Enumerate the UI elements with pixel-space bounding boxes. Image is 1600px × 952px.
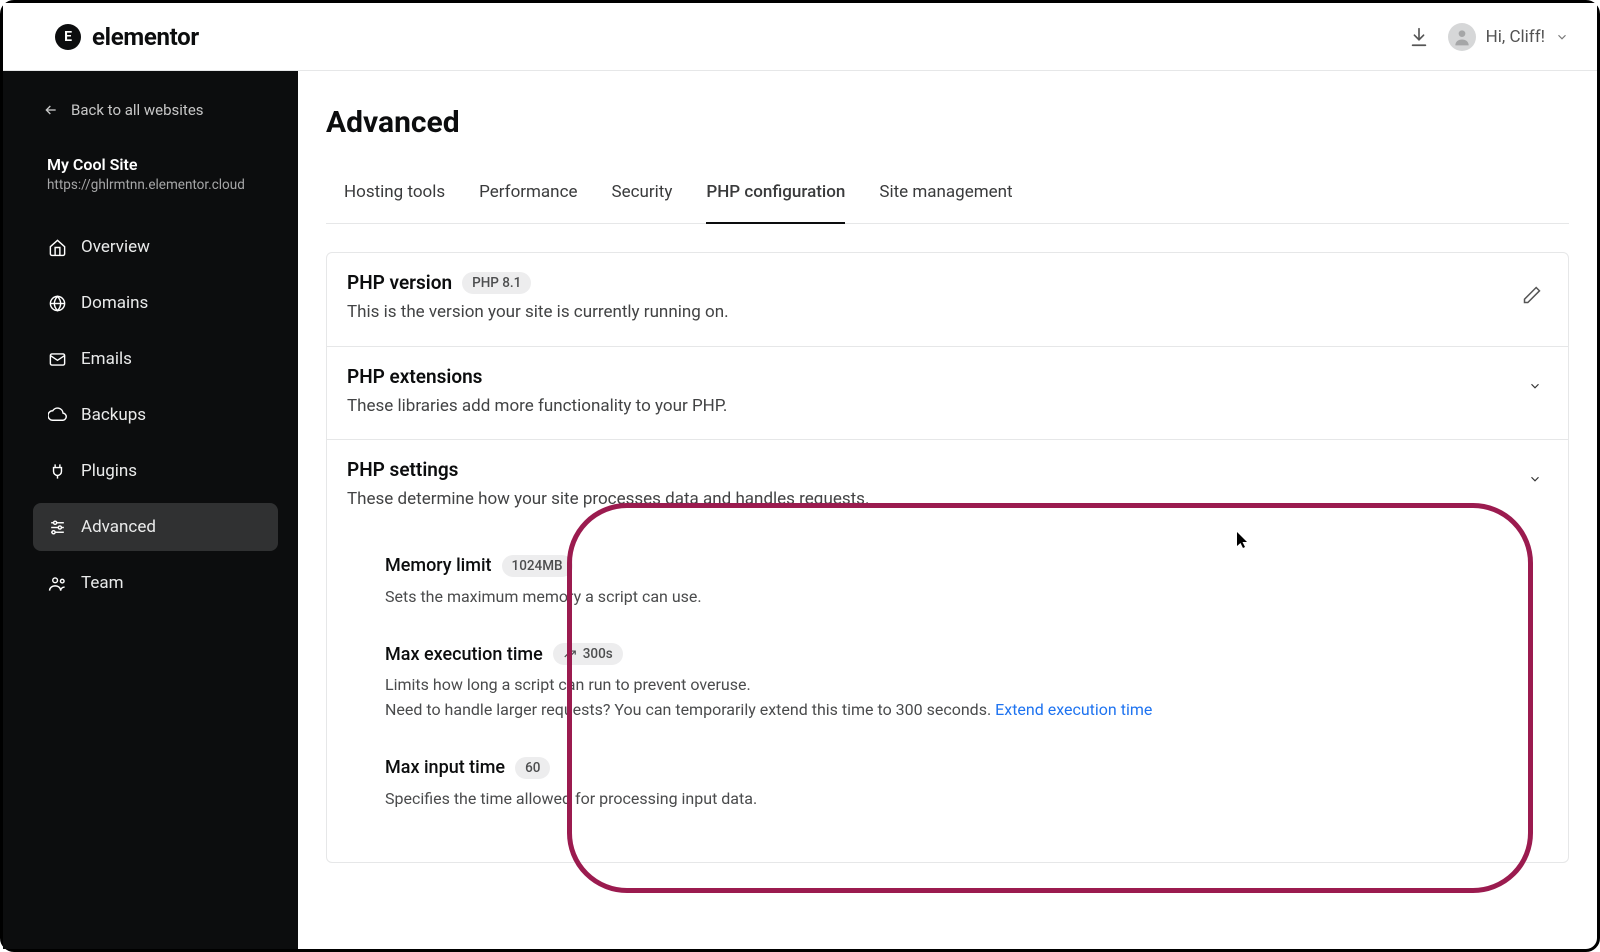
user-menu[interactable]: Hi, Cliff!: [1448, 23, 1569, 51]
avatar: [1448, 23, 1476, 51]
sidebar-item-label: Emails: [81, 349, 132, 369]
page-title: Advanced: [326, 105, 1569, 140]
team-icon: [47, 573, 67, 593]
trend-up-icon: [563, 647, 577, 661]
panel-php-version: PHP version PHP 8.1 This is the version …: [327, 253, 1568, 347]
panel-desc: This is the version your site is current…: [347, 300, 1522, 326]
tabs: Hosting tools Performance Security PHP c…: [326, 182, 1569, 224]
brand-name: elementor: [92, 23, 199, 51]
arrow-left-icon: [43, 102, 59, 118]
panel-desc: These determine how your site processes …: [347, 487, 1528, 513]
setting-title: Max input time: [385, 757, 505, 778]
mail-icon: [47, 349, 67, 369]
expand-extensions-button[interactable]: [1528, 365, 1542, 393]
setting-max-input-time: Max input time 60 Specifies the time all…: [385, 757, 1522, 812]
tab-php-configuration[interactable]: PHP configuration: [706, 182, 845, 224]
sliders-icon: [47, 517, 67, 537]
plugin-icon: [47, 461, 67, 481]
setting-desc: Sets the maximum memory a script can use…: [385, 585, 1522, 610]
topbar: E elementor Hi, Cliff!: [3, 3, 1597, 71]
php-version-badge: PHP 8.1: [462, 272, 531, 294]
setting-max-execution-time: Max execution time 300s Limits how long …: [385, 643, 1522, 723]
panel-title: PHP version: [347, 271, 452, 294]
sidebar-nav: Overview Domains Emails Backups: [33, 223, 278, 607]
sidebar-item-label: Backups: [81, 405, 146, 425]
chevron-down-icon: [1528, 472, 1542, 486]
sidebar-item-plugins[interactable]: Plugins: [33, 447, 278, 495]
globe-icon: [47, 293, 67, 313]
pencil-icon: [1522, 285, 1542, 305]
edit-php-version-button[interactable]: [1522, 271, 1542, 305]
panel-title: PHP settings: [347, 458, 458, 481]
chevron-down-icon: [1528, 379, 1542, 393]
setting-memory-limit: Memory limit 1024MB Sets the maximum mem…: [385, 555, 1522, 610]
sidebar-item-label: Overview: [81, 237, 150, 257]
tab-site-management[interactable]: Site management: [879, 182, 1012, 223]
download-icon[interactable]: [1408, 26, 1430, 48]
back-to-websites-link[interactable]: Back to all websites: [33, 101, 278, 119]
brand-mark-icon: E: [55, 24, 81, 50]
brand-logo[interactable]: E elementor: [55, 23, 199, 51]
max-exec-value: 300s: [583, 646, 613, 662]
sidebar-item-label: Domains: [81, 293, 148, 313]
user-greeting: Hi, Cliff!: [1486, 27, 1545, 47]
main-content: Advanced Hosting tools Performance Secur…: [298, 71, 1597, 949]
sidebar-item-advanced[interactable]: Advanced: [33, 503, 278, 551]
panels: PHP version PHP 8.1 This is the version …: [326, 252, 1569, 863]
panel-title: PHP extensions: [347, 365, 482, 388]
setting-title: Max execution time: [385, 644, 543, 665]
memory-limit-badge: 1024MB: [502, 555, 573, 577]
setting-desc: Limits how long a script can run to prev…: [385, 673, 1522, 723]
sidebar-item-emails[interactable]: Emails: [33, 335, 278, 383]
sidebar-item-label: Plugins: [81, 461, 137, 481]
sidebar-item-backups[interactable]: Backups: [33, 391, 278, 439]
site-info: My Cool Site https://ghlrmtnn.elementor.…: [33, 155, 278, 193]
chevron-down-icon: [1555, 30, 1569, 44]
tab-security[interactable]: Security: [611, 182, 672, 223]
panel-php-extensions[interactable]: PHP extensions These libraries add more …: [327, 347, 1568, 441]
sidebar-item-label: Team: [81, 573, 124, 593]
sidebar: Back to all websites My Cool Site https:…: [3, 71, 298, 949]
sidebar-item-label: Advanced: [81, 517, 156, 537]
setting-title: Memory limit: [385, 555, 492, 576]
setting-desc: Specifies the time allowed for processin…: [385, 787, 1522, 812]
extend-execution-time-link[interactable]: Extend execution time: [995, 700, 1152, 719]
backup-icon: [47, 405, 67, 425]
collapse-settings-button[interactable]: [1528, 458, 1542, 486]
sidebar-item-overview[interactable]: Overview: [33, 223, 278, 271]
panel-desc: These libraries add more functionality t…: [347, 394, 1528, 420]
tab-performance[interactable]: Performance: [479, 182, 577, 223]
home-icon: [47, 237, 67, 257]
sidebar-item-team[interactable]: Team: [33, 559, 278, 607]
tab-hosting-tools[interactable]: Hosting tools: [344, 182, 445, 223]
site-name: My Cool Site: [47, 155, 278, 174]
panel-php-settings: PHP settings These determine how your si…: [327, 440, 1568, 862]
site-url: https://ghlrmtnn.elementor.cloud: [47, 177, 278, 193]
max-exec-badge: 300s: [553, 643, 623, 665]
max-input-badge: 60: [515, 757, 550, 779]
sidebar-item-domains[interactable]: Domains: [33, 279, 278, 327]
back-label: Back to all websites: [71, 101, 204, 119]
